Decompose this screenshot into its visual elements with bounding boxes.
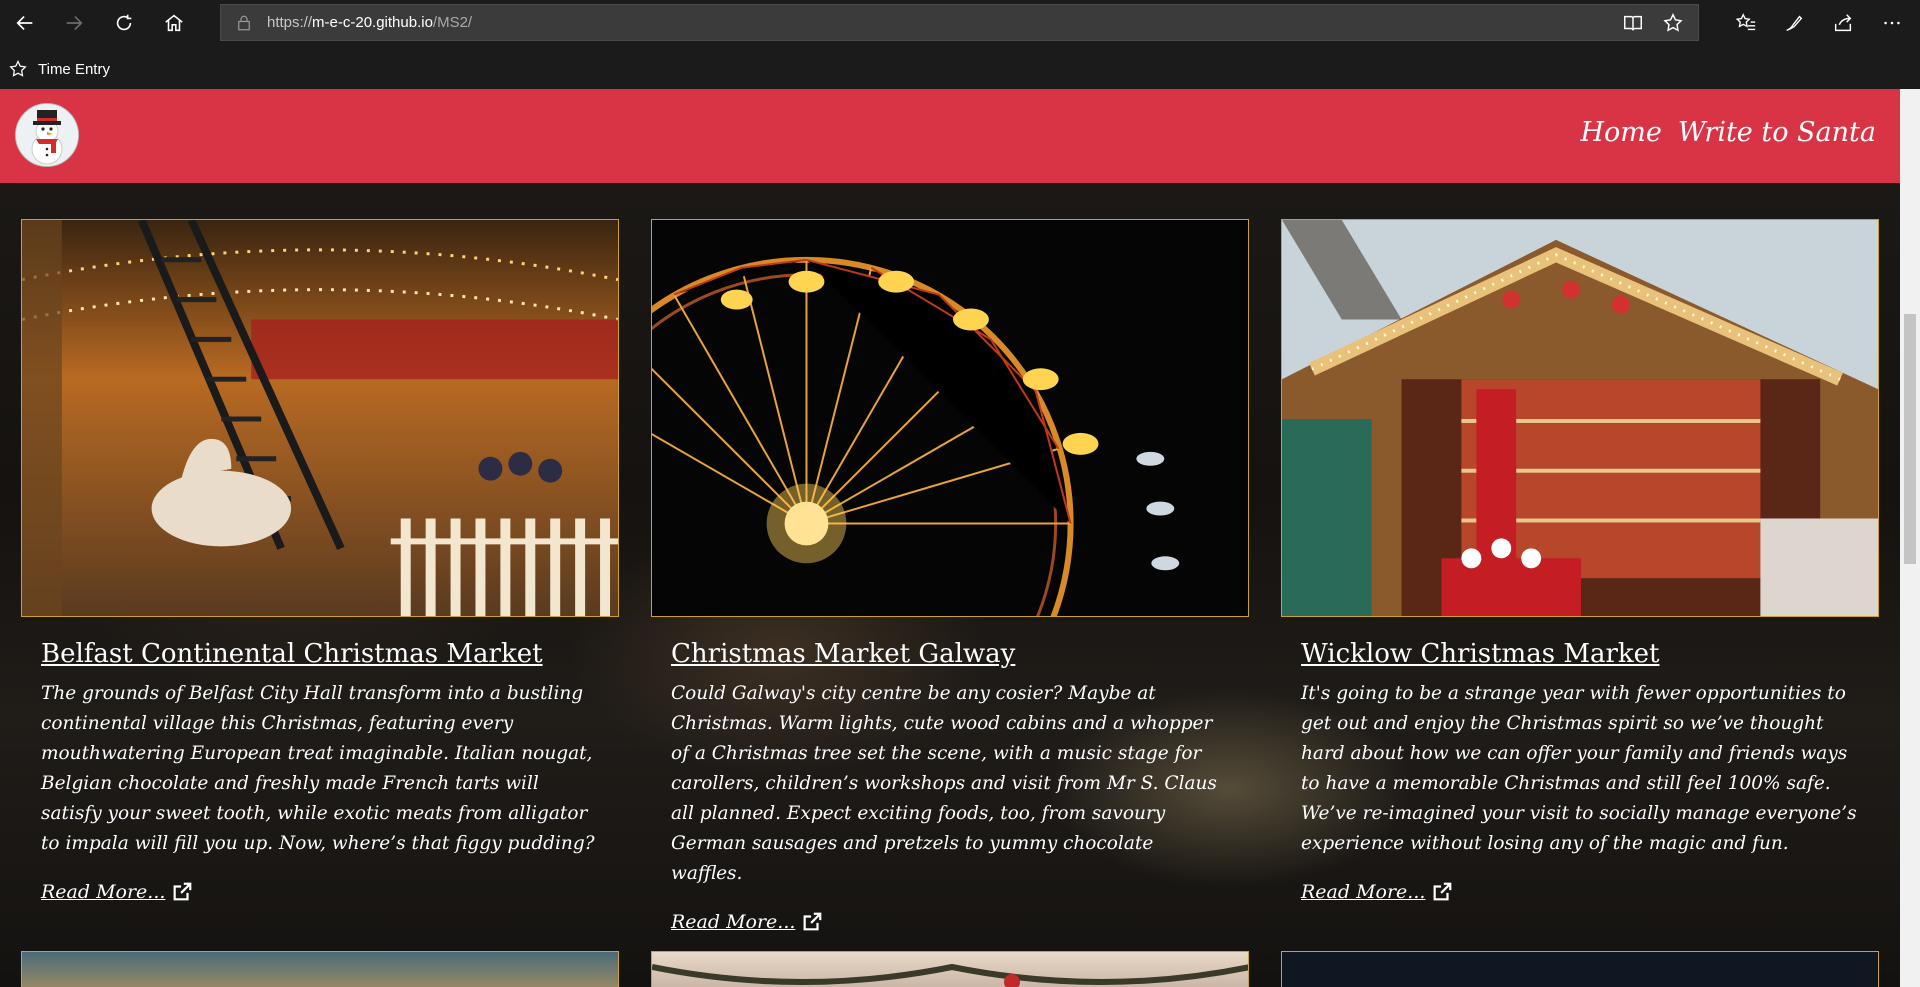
url-path: /MS2/: [432, 14, 473, 31]
home-button[interactable]: [159, 8, 189, 38]
browser-toolbar: https://m-e-c-20.github.io/MS2/: [0, 0, 1920, 46]
card-description: The grounds of Belfast City Hall transfo…: [41, 683, 595, 854]
market-card-belfast: Belfast Continental Christmas Market The…: [21, 219, 619, 903]
url-text: https://m-e-c-20.github.io/MS2/: [267, 14, 472, 31]
forward-icon: [66, 15, 83, 31]
refresh-icon: [116, 14, 132, 31]
page-viewport: Home Write to Santa Belfast Continental …: [0, 89, 1900, 987]
site-navbar: Home Write to Santa: [0, 89, 1900, 183]
read-more-link[interactable]: Read More...: [41, 881, 193, 903]
share-icon: [1834, 14, 1852, 32]
favorites-bar: Time Entry: [0, 50, 1920, 87]
home-icon: [165, 14, 183, 32]
url-prefix: https://: [267, 14, 313, 31]
read-more-link[interactable]: Read More...: [671, 911, 823, 933]
market-card-wicklow: Wicklow Christmas Market It's going to b…: [1281, 219, 1879, 903]
favorites-list-icon: [1735, 13, 1756, 31]
lock-icon: [238, 15, 250, 31]
garland-decoration: [652, 963, 1248, 987]
external-link-icon: [1433, 882, 1452, 901]
star-icon: [9, 60, 27, 77]
back-button[interactable]: [10, 8, 40, 38]
read-more-label: Read More...: [1301, 881, 1426, 903]
more-button[interactable]: [1877, 8, 1907, 38]
card-description: Could Galway's city centre be any cosier…: [671, 683, 1217, 884]
card-title[interactable]: Christmas Market Galway: [671, 639, 1015, 669]
read-more-link[interactable]: Read More...: [1301, 881, 1453, 903]
market-card-image-partial: [21, 951, 619, 987]
read-more-label: Read More...: [41, 881, 166, 903]
card-image-carousel: [21, 219, 619, 617]
card-description: It's going to be a strange year with few…: [1301, 683, 1857, 854]
favorite-item-time-entry[interactable]: Time Entry: [8, 57, 110, 81]
card-title[interactable]: Wicklow Christmas Market: [1301, 639, 1659, 669]
snowman-logo[interactable]: [15, 103, 79, 167]
favorites-button[interactable]: [1731, 8, 1761, 38]
market-card-galway: Christmas Market Galway Could Galway's c…: [651, 219, 1249, 933]
url-host: m-e-c-20.github.io: [312, 14, 433, 31]
notes-button[interactable]: [1779, 8, 1809, 38]
reading-view-icon[interactable]: [1622, 12, 1644, 34]
page-scrollbar[interactable]: [1900, 89, 1920, 987]
favorite-star-icon[interactable]: [1662, 12, 1684, 34]
nav-links: Home Write to Santa: [1580, 117, 1876, 148]
card-image-ferris-wheel: [651, 219, 1249, 617]
market-card-image-partial: [651, 951, 1249, 987]
nav-link-home[interactable]: Home: [1580, 117, 1661, 148]
back-icon: [16, 15, 33, 31]
card-title[interactable]: Belfast Continental Christmas Market: [41, 639, 543, 669]
refresh-button[interactable]: [109, 8, 139, 38]
pen-icon: [1786, 15, 1803, 31]
forward-button[interactable]: [59, 8, 89, 38]
snowman-icon: [16, 104, 78, 166]
read-more-label: Read More...: [671, 911, 796, 933]
nav-link-write-to-santa[interactable]: Write to Santa: [1678, 117, 1876, 148]
market-card-image-partial: [1281, 951, 1879, 987]
more-icon: [1884, 21, 1900, 25]
card-image-market-stall: [1281, 219, 1879, 617]
favorite-label: Time Entry: [38, 60, 110, 78]
external-link-icon: [803, 912, 822, 931]
address-bar[interactable]: https://m-e-c-20.github.io/MS2/: [220, 4, 1699, 41]
scrollbar-thumb[interactable]: [1904, 314, 1916, 564]
external-link-icon: [173, 882, 192, 901]
browser-chrome: https://m-e-c-20.github.io/MS2/ Time Ent…: [0, 0, 1920, 89]
share-button[interactable]: [1828, 8, 1858, 38]
